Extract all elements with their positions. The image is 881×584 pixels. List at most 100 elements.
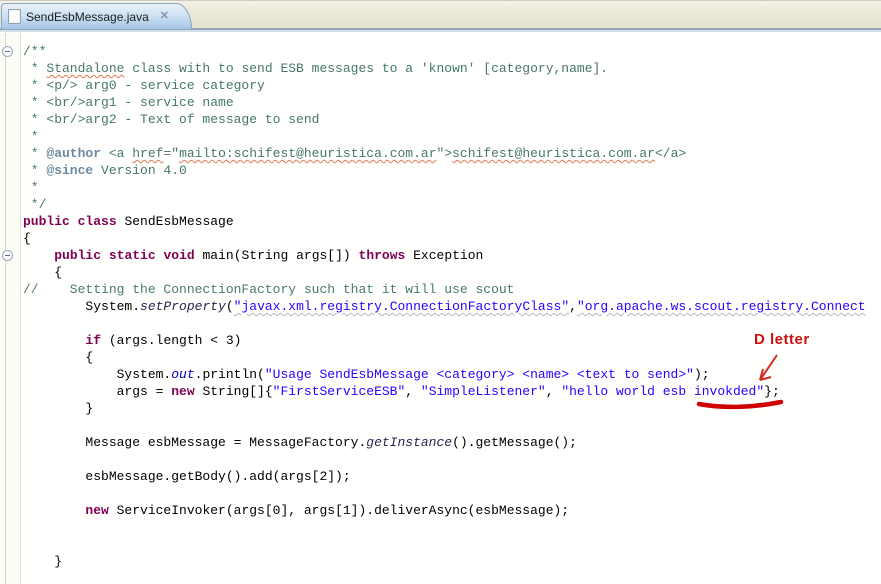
code-token: "javax.xml.registry.ConnectionFactoryCla… <box>233 299 570 314</box>
code-token: * <box>23 129 39 144</box>
code-line[interactable]: * <br/>arg1 - service name <box>23 94 881 111</box>
code-line[interactable]: if (args.length < 3) <box>23 332 881 349</box>
code-line[interactable]: * <br/>arg2 - Text of message to send <box>23 111 881 128</box>
code-token: static <box>108 248 156 263</box>
code-line[interactable]: System.setProperty("javax.xml.registry.C… <box>23 298 881 315</box>
code-token: if <box>85 333 102 348</box>
code-token: * <box>23 163 47 178</box>
code-token: new <box>171 384 195 399</box>
code-token: { <box>23 231 31 246</box>
java-file-icon <box>8 9 21 24</box>
code-token: , <box>545 384 562 399</box>
code-token: class with to send ESB messages to a 'kn… <box>124 61 609 76</box>
code-line[interactable]: { <box>23 230 881 247</box>
code-token: Exception <box>405 248 484 263</box>
code-token: public <box>23 214 70 229</box>
code-line[interactable]: System.out.println("Usage SendEsbMessage… <box>23 366 881 383</box>
code-token: ); <box>693 367 710 382</box>
code-line[interactable]: new ServiceInvoker(args[0], args[1]).del… <box>23 502 881 519</box>
code-line[interactable]: */ <box>23 196 881 213</box>
code-line[interactable] <box>23 315 881 332</box>
code-token: System. <box>23 299 141 314</box>
code-line[interactable]: args = new String[]{"FirstServiceESB", "… <box>23 383 881 400</box>
code-token: .println( <box>194 367 265 382</box>
code-token: "Usage SendEsbMessage <category> <name> … <box>264 367 694 382</box>
code-token: @author <box>46 146 102 161</box>
code-token: "hello world esb invokded" <box>561 384 765 399</box>
code-line[interactable]: { <box>23 349 881 366</box>
code-token: mailto:schifest@heuristica.com.ar <box>179 146 437 161</box>
close-icon[interactable]: ✕ <box>160 11 169 22</box>
gutter-divider <box>5 33 6 584</box>
code-token: </a> <box>654 146 687 161</box>
code-token: Version 4.0 <box>93 163 187 178</box>
code-line[interactable] <box>23 519 881 536</box>
code-token: "org.apache.ws.scout.registry.Connect <box>576 299 866 314</box>
code-token: String[]{ <box>194 384 273 399</box>
code-line[interactable]: } <box>23 553 881 570</box>
editor-tab-bar: SendEsbMessage.java ✕ <box>0 0 881 32</box>
code-line[interactable]: * Standalone class with to send ESB mess… <box>23 60 881 77</box>
code-token: } <box>23 401 94 416</box>
code-token: ServiceInvoker(args[0], args[1]).deliver… <box>108 503 570 518</box>
code-area[interactable]: /** * Standalone class with to send ESB … <box>21 33 881 584</box>
code-line[interactable]: * <p/> arg0 - service category <box>23 77 881 94</box>
code-line[interactable]: * @author <a href="mailto:schifest@heuri… <box>23 145 881 162</box>
code-line[interactable]: { <box>23 264 881 281</box>
code-token: ( <box>225 299 234 314</box>
tab-title: SendEsbMessage.java <box>26 9 149 24</box>
code-token: void <box>163 248 195 263</box>
code-line[interactable]: Message esbMessage = MessageFactory.getI… <box>23 434 881 451</box>
code-token: , <box>569 299 577 314</box>
code-line[interactable]: // Setting the ConnectionFactory such th… <box>23 281 881 298</box>
code-token: schifest@heuristica.com.ar <box>452 146 655 161</box>
code-token: getInstance <box>366 435 453 450</box>
code-line[interactable]: * <box>23 179 881 196</box>
code-token: * <box>23 146 47 161</box>
folding-gutter <box>0 33 21 584</box>
code-token: } <box>23 554 63 569</box>
code-token: * <box>23 61 47 76</box>
code-line[interactable]: * @since Version 4.0 <box>23 162 881 179</box>
code-token: "FirstServiceESB" <box>272 384 406 399</box>
tab-sendesbmessage-java[interactable]: SendEsbMessage.java ✕ <box>1 3 192 29</box>
code-token: { <box>23 350 94 365</box>
code-token: Message esbMessage = MessageFactory. <box>23 435 367 450</box>
code-token: args = <box>23 384 172 399</box>
folding-collapse-icon[interactable] <box>2 250 13 261</box>
code-line[interactable] <box>23 536 881 553</box>
code-token: out <box>171 367 195 382</box>
code-token: SendEsbMessage <box>116 214 234 229</box>
code-editor: /** * Standalone class with to send ESB … <box>0 33 881 584</box>
code-line[interactable] <box>23 485 881 502</box>
code-token: * <p/> arg0 - service category <box>23 78 265 93</box>
code-token: class <box>77 214 117 229</box>
code-token: main(String args[]) <box>194 248 359 263</box>
annotation-text: D letter <box>754 331 810 348</box>
code-line[interactable]: * <box>23 128 881 145</box>
code-line[interactable]: } <box>23 400 881 417</box>
code-token: * <br/>arg2 - Text of message to send <box>23 112 320 127</box>
code-token: <a <box>101 146 133 161</box>
code-line[interactable]: esbMessage.getBody().add(args[2]); <box>23 468 881 485</box>
code-token: href <box>132 146 164 161</box>
code-token: System. <box>23 367 172 382</box>
code-token: Standalone <box>46 61 125 76</box>
code-line[interactable]: public class SendEsbMessage <box>23 213 881 230</box>
code-token: =" <box>163 146 180 161</box>
code-token: esbMessage.getBody().add(args[2]); <box>23 469 351 484</box>
code-token: (args.length < 3) <box>101 333 242 348</box>
code-token: }; <box>764 384 780 399</box>
code-token: throws <box>358 248 406 263</box>
code-line[interactable]: public static void main(String args[]) t… <box>23 247 881 264</box>
code-token: , <box>405 384 421 399</box>
code-line[interactable]: /** <box>23 43 881 60</box>
folding-collapse-icon[interactable] <box>2 46 13 57</box>
code-line[interactable] <box>23 417 881 434</box>
code-line[interactable] <box>23 451 881 468</box>
